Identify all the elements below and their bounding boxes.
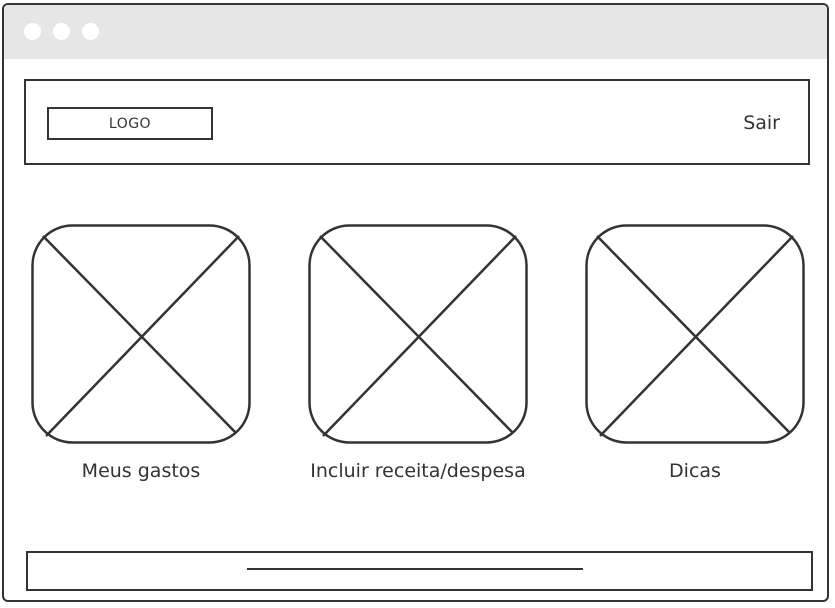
card-dicas[interactable]: Dicas: [585, 224, 805, 482]
card-incluir-receita-despesa[interactable]: Incluir receita/despesa: [308, 224, 528, 482]
window-close-dot[interactable]: [24, 23, 41, 40]
window-minimize-dot[interactable]: [53, 23, 70, 40]
card-label: Incluir receita/despesa: [310, 460, 526, 482]
window-maximize-dot[interactable]: [82, 23, 99, 40]
image-placeholder-icon: [308, 224, 528, 444]
window-titlebar: [4, 5, 827, 59]
card-label: Meus gastos: [81, 460, 201, 482]
image-placeholder-icon: [31, 224, 251, 444]
image-placeholder-icon: [585, 224, 805, 444]
page-footer: [26, 551, 813, 591]
browser-window: LOGO Sair Meus gastos Incluir receita/de…: [2, 3, 829, 602]
page-header: LOGO Sair: [24, 79, 810, 165]
card-meus-gastos[interactable]: Meus gastos: [31, 224, 251, 482]
card-label: Dicas: [669, 460, 721, 482]
logout-link[interactable]: Sair: [743, 112, 780, 134]
logo[interactable]: LOGO: [47, 107, 213, 140]
footer-text-placeholder: [247, 568, 583, 570]
